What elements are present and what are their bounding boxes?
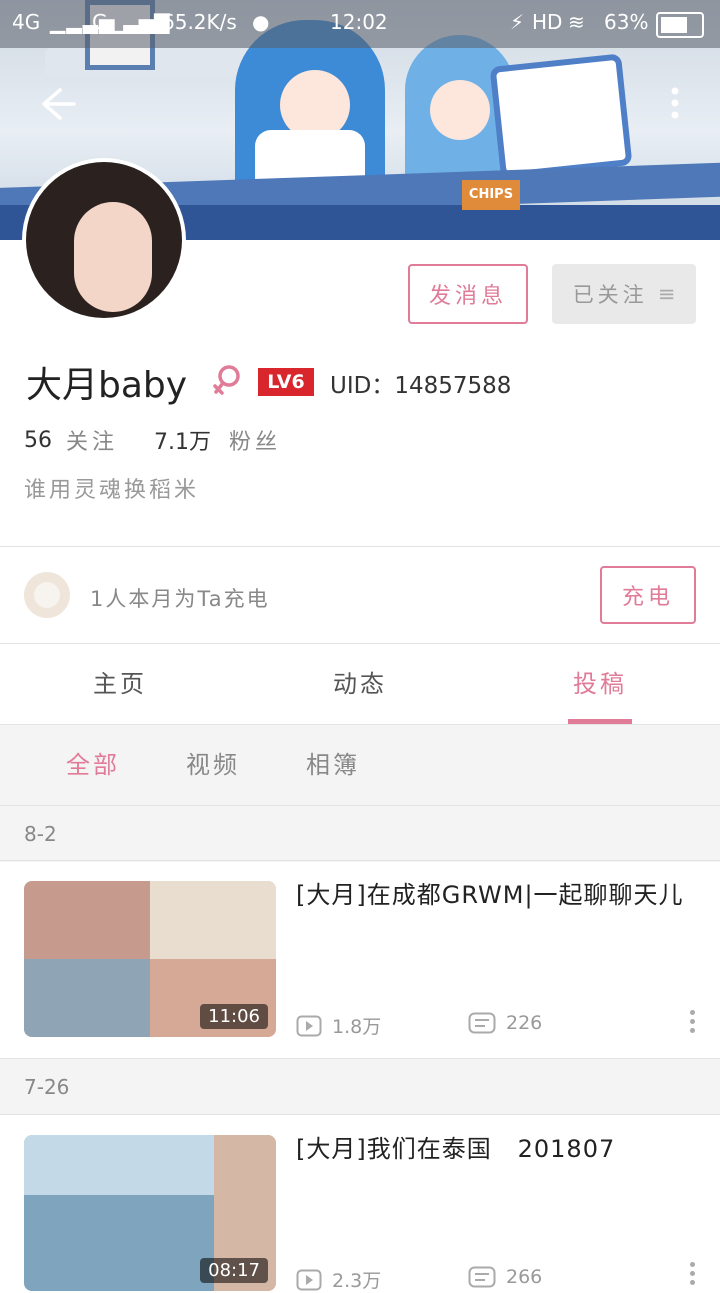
female-icon xyxy=(212,364,242,396)
followed-label: 已关注 xyxy=(572,283,648,307)
filter-video[interactable]: 视频 xyxy=(186,725,240,805)
avatar[interactable] xyxy=(22,158,186,322)
divider xyxy=(0,643,720,644)
video-comments: 226 xyxy=(468,1012,542,1034)
video-title[interactable]: [大月]在成都GRWM|一起聊聊天儿 xyxy=(296,880,696,910)
divider xyxy=(0,546,720,547)
video-thumbnail[interactable]: 08:17 xyxy=(24,1135,276,1291)
date-label: 7-26 xyxy=(24,1075,70,1099)
comment-count: 226 xyxy=(506,1012,543,1034)
battery-icon xyxy=(656,12,704,38)
banner-shelf xyxy=(45,48,265,76)
network-4g: 4G xyxy=(12,10,41,34)
more-menu-icon[interactable] xyxy=(668,86,682,122)
video-plays: 1.8万 xyxy=(296,1012,381,1039)
play-count: 1.8万 xyxy=(332,1016,382,1038)
filter-album[interactable]: 相簿 xyxy=(306,725,360,805)
date-label: 8-2 xyxy=(24,822,57,846)
video-more-icon[interactable] xyxy=(690,1010,696,1036)
following-label[interactable]: 关注 xyxy=(66,424,118,456)
hd-label: HD xyxy=(532,10,563,34)
menu-lines-icon: ≡ xyxy=(657,282,676,306)
tab-home[interactable]: 主页 xyxy=(0,645,240,724)
network-g: G xyxy=(92,10,108,34)
profile-tabs: 主页 动态 投稿 xyxy=(0,645,720,724)
play-count-icon xyxy=(296,1015,322,1036)
date-header: 8-2 xyxy=(0,805,720,862)
user-name: 大月baby xyxy=(26,365,188,406)
banner-chips: CHIPS xyxy=(462,180,520,210)
charge-text[interactable]: 1人本月为Ta充电 xyxy=(90,583,270,613)
charging-icon: ⚡ xyxy=(510,10,525,34)
level-badge: LV6 xyxy=(258,368,314,396)
fans-label[interactable]: 粉丝 xyxy=(229,424,281,456)
banner-monitor xyxy=(489,53,633,179)
avatar-photo xyxy=(26,162,182,318)
stats-row: 56 关注 7.1万 粉丝 xyxy=(24,424,281,456)
date-header: 7-26 xyxy=(0,1058,720,1115)
followed-button[interactable]: 已关注 ≡ xyxy=(552,264,696,324)
danmaku-icon xyxy=(468,1266,496,1288)
signal-bars-icon-2: ▁▃▅▇ xyxy=(108,10,170,34)
supporter-avatar[interactable] xyxy=(24,572,70,618)
danmaku-icon xyxy=(468,1012,496,1034)
fans-count[interactable]: 7.1万 xyxy=(154,424,211,456)
send-message-button[interactable]: 发消息 xyxy=(408,264,528,324)
network-speed: 65.2K/s xyxy=(162,10,237,34)
submission-filter: 全部 视频 相簿 xyxy=(0,725,720,805)
comment-count: 266 xyxy=(506,1266,543,1288)
video-title[interactable]: [大月]我们在泰国 201807 xyxy=(296,1134,696,1164)
user-uid: UID：14857588 xyxy=(330,373,512,399)
video-thumbnail[interactable]: 11:06 xyxy=(24,881,276,1037)
video-duration: 11:06 xyxy=(200,1004,268,1029)
tab-submissions[interactable]: 投稿 xyxy=(480,645,720,724)
tab-dynamics[interactable]: 动态 xyxy=(240,645,480,724)
clock: 12:02 xyxy=(330,10,388,34)
filter-all[interactable]: 全部 xyxy=(66,725,120,805)
wifi-icon: ≋ xyxy=(568,10,585,34)
video-comments: 266 xyxy=(468,1266,542,1288)
divider xyxy=(0,860,720,861)
battery-percent: 63% xyxy=(604,10,649,34)
back-arrow-icon[interactable] xyxy=(36,84,76,124)
wechat-icon: ● xyxy=(252,10,270,34)
following-count[interactable]: 56 xyxy=(24,428,52,453)
video-duration: 08:17 xyxy=(200,1258,268,1283)
status-bar: 4G ▁▂▃▅ G ▁▃▅▇ 65.2K/s ● 12:02 ⚡ HD ≋ 63… xyxy=(0,0,720,48)
user-bio: 谁用灵魂换稻米 xyxy=(24,478,200,503)
divider xyxy=(0,1114,720,1115)
video-more-icon[interactable] xyxy=(690,1262,696,1288)
charge-button[interactable]: 充电 xyxy=(600,566,696,624)
